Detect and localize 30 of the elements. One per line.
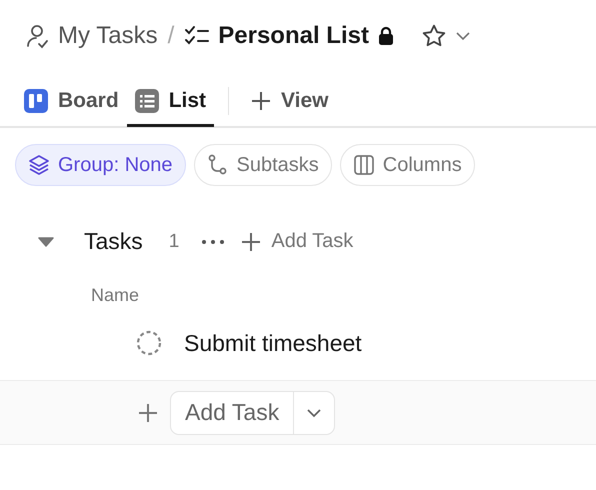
- subtasks-icon: [206, 154, 229, 176]
- task-count: 1: [168, 230, 180, 252]
- board-icon: [24, 88, 48, 112]
- filter-chip[interactable]: Group: None: [15, 144, 186, 186]
- plus-icon[interactable]: [138, 402, 158, 422]
- status-circle-icon[interactable]: [136, 330, 162, 356]
- task-name[interactable]: Submit timesheet: [184, 330, 362, 356]
- list-icon: [134, 88, 159, 112]
- columns-icon: [352, 154, 375, 176]
- checklist-icon: [184, 25, 210, 47]
- breadcrumb-separator: /: [168, 22, 174, 50]
- filter-chip[interactable]: Subtasks: [194, 144, 332, 186]
- plus-icon: [241, 232, 262, 252]
- add-task-button[interactable]: Add Task: [235, 229, 360, 254]
- layers-icon: [28, 154, 50, 176]
- list-title: Personal List: [218, 22, 369, 50]
- collapse-caret-icon[interactable]: [38, 236, 54, 248]
- more-icon[interactable]: [201, 238, 226, 244]
- group-name: Tasks: [84, 228, 143, 255]
- filter-chip[interactable]: Columns: [340, 144, 475, 186]
- star-icon[interactable]: [420, 23, 447, 49]
- plus-icon: [251, 90, 272, 110]
- chevron-down-icon[interactable]: [454, 31, 471, 41]
- breadcrumb-link[interactable]: My Tasks: [58, 22, 158, 50]
- view-tab[interactable]: List: [126, 77, 214, 127]
- column-header: Name: [91, 285, 140, 305]
- add-view-button[interactable]: View: [243, 77, 337, 127]
- view-tab[interactable]: Board: [16, 77, 127, 127]
- chevron-down-icon: [306, 408, 322, 418]
- user-check-icon: [24, 23, 50, 49]
